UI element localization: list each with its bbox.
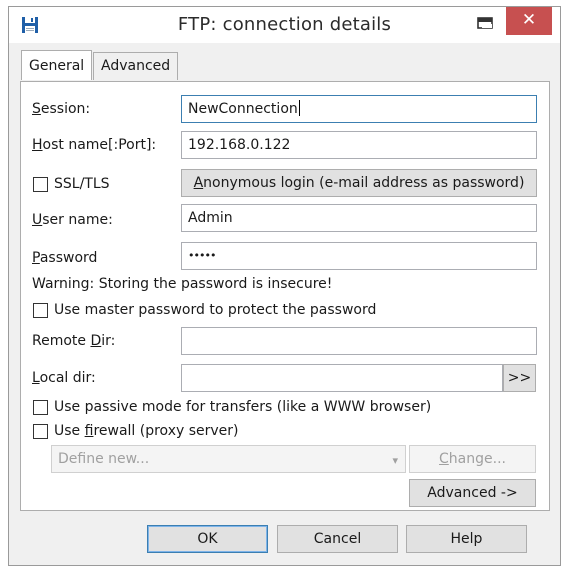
host-name-label: Host name[:Port]: [32, 137, 157, 153]
minimize-to-tray-icon[interactable] [471, 13, 499, 35]
ssl-tls-checkbox[interactable] [33, 177, 48, 192]
browse-local-dir-button[interactable]: >> [503, 364, 536, 392]
tab-general[interactable]: General [21, 50, 93, 80]
remote-dir-input[interactable] [181, 327, 537, 355]
chevron-down-icon: ▾ [392, 454, 398, 467]
host-name-input[interactable]: 192.168.0.122 [181, 131, 537, 159]
tab-advanced[interactable]: Advanced [93, 52, 179, 80]
title-bar[interactable]: FTP: connection details ✕ [9, 7, 560, 43]
help-button[interactable]: Help [406, 525, 527, 553]
user-name-label: User name: [32, 212, 113, 228]
ssl-tls-label: SSL/TLS [54, 176, 110, 192]
general-tab-panel: Session: NewConnection Host name[:Port]:… [20, 81, 550, 511]
anonymous-login-button[interactable]: Anonymous login (e-mail address as passw… [181, 169, 537, 197]
text-caret [298, 100, 300, 116]
firewall-checkbox[interactable] [33, 424, 48, 439]
master-password-checkbox[interactable] [33, 303, 48, 318]
passive-mode-label: Use passive mode for transfers (like a W… [54, 399, 432, 415]
ftp-connection-dialog: FTP: connection details ✕ General Advanc… [8, 6, 561, 566]
close-button[interactable]: ✕ [506, 7, 552, 35]
advanced-settings-button[interactable]: Advanced -> [409, 479, 536, 507]
password-warning-text: Warning: Storing the password is insecur… [32, 276, 333, 292]
session-label: Session: [32, 101, 91, 117]
session-input[interactable]: NewConnection [181, 95, 537, 123]
local-dir-input[interactable] [181, 364, 503, 392]
proxy-server-select[interactable]: Define new... ▾ [51, 445, 406, 473]
passive-mode-checkbox[interactable] [33, 400, 48, 415]
change-proxy-button[interactable]: Change... [409, 445, 536, 473]
firewall-label: Use firewall (proxy server) [54, 423, 239, 439]
password-input[interactable]: ••••• [181, 242, 537, 270]
remote-dir-label: Remote Dir: [32, 333, 116, 349]
ok-button[interactable]: OK [147, 525, 268, 553]
local-dir-label: Local dir: [32, 370, 96, 386]
master-password-label: Use master password to protect the passw… [54, 302, 377, 318]
password-label: Password [32, 250, 98, 266]
cancel-button[interactable]: Cancel [277, 525, 398, 553]
user-name-input[interactable]: Admin [181, 204, 537, 232]
